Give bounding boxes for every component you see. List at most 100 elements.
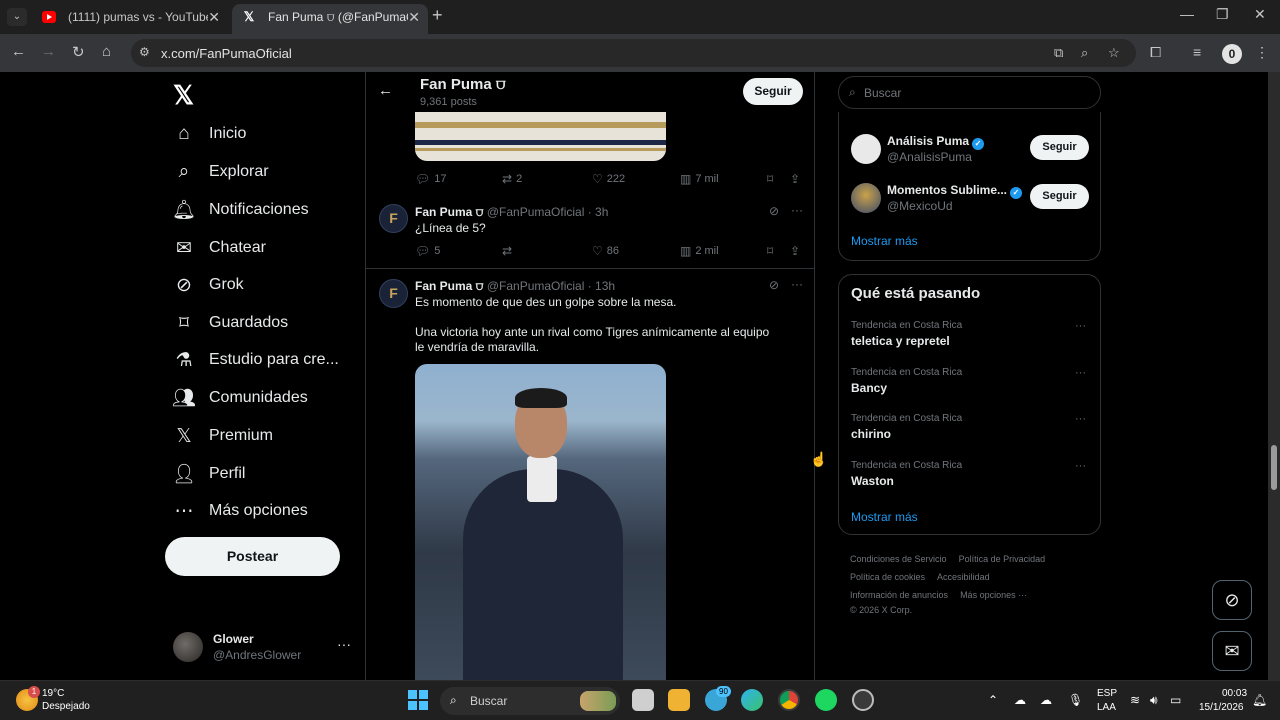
sidebar-item-explorar[interactable]: ⌕ Explorar [173,154,269,190]
maximize-button[interactable]: ❐ [1216,6,1229,23]
cookies-link[interactable]: Política de cookies [850,572,925,582]
follow-button[interactable]: Seguir [1030,135,1089,160]
views-button[interactable]: ▥ 7 mil [680,172,719,186]
follow-button[interactable]: Seguir [743,78,803,105]
taskbar-search[interactable]: ⌕ Buscar [440,687,620,715]
tab-youtube[interactable]: (1111) pumas vs - YouTube ✕ [32,4,228,34]
sidebar-item-estudio[interactable]: ⚗ Estudio para cre... [173,342,338,378]
privacy-link[interactable]: Política de Privacidad [959,554,1046,564]
avatar[interactable] [851,183,881,213]
more-icon[interactable]: ··· [1075,413,1086,425]
install-icon[interactable]: ⧉ [1054,45,1063,61]
bookmark-button[interactable]: ⌑ [767,172,777,186]
sidebar-item-perfil[interactable]: 👤︎ Perfil [172,456,246,492]
share-button[interactable]: ⇪ [790,172,804,186]
sidebar-item-premium[interactable]: 𝕏 Premium [173,418,273,454]
more-icon[interactable]: ··· [1075,460,1086,472]
avatar[interactable]: F [379,204,408,233]
trend-item[interactable]: Tendencia en Costa Rica Waston ··· [851,460,1091,492]
forward-button[interactable]: → [41,43,56,60]
tab-search-button[interactable]: ⌄ [7,8,27,26]
suggestion-item[interactable]: Análisis Puma ✓ @AnalisisPuma Seguir [851,132,1091,168]
reply-button[interactable]: 💬︎ 17 [415,172,446,186]
search-input[interactable]: ⌕ Buscar [838,76,1101,109]
media-icon[interactable]: ≡ [1193,44,1201,60]
x-logo-icon[interactable]: 𝕏 [173,80,194,111]
extensions-icon[interactable]: ⧠ [1150,44,1161,61]
address-bar[interactable]: ⚙ x.com/FanPumaOficial ⧉ ⌕ ☆ [131,39,1136,67]
app-icon[interactable] [852,689,874,711]
show-more-link[interactable]: Mostrar más [851,234,918,248]
sidebar-item-notificaciones[interactable]: 🔔︎ Notificaciones [172,192,309,228]
sidebar-item-grok[interactable]: ⊘ Grok [173,267,244,303]
reply-button[interactable]: 💬︎ 5 [415,244,440,258]
grok-icon[interactable]: ⊘ [769,278,779,292]
like-button[interactable]: ♡ 86 [592,244,619,258]
chrome-icon[interactable] [778,689,800,711]
avatar[interactable] [851,134,881,164]
scrollbar[interactable] [1268,72,1280,680]
tweet[interactable]: F Fan Puma ⩌ @FanPumaOficial · 3h ⊘ ··· … [366,197,814,268]
chevron-up-icon[interactable]: ⌃ [988,693,998,707]
share-button[interactable]: ⇪ [790,244,804,258]
like-button[interactable]: ♡ 222 [592,172,625,186]
tweet-time[interactable]: · 13h [588,279,615,293]
browser-profile-avatar[interactable]: 0 [1222,44,1242,64]
more-options-link[interactable]: Más opciones ··· [960,590,1027,600]
notifications-icon[interactable]: 🔔︎ [1252,693,1267,707]
tweet-photo[interactable] [415,364,666,680]
grok-icon[interactable]: ⊘ [769,204,779,218]
minimize-button[interactable]: — [1180,6,1194,22]
task-view-icon[interactable] [632,689,654,711]
zoom-icon[interactable]: ⌕ [1081,45,1088,61]
reload-button[interactable]: ↻ [72,43,85,61]
file-explorer-icon[interactable] [668,689,690,711]
repost-button[interactable]: ⇄ [502,244,516,258]
clock-date[interactable]: 15/1/2026 [1199,702,1244,713]
more-icon[interactable]: ··· [1075,320,1086,332]
trend-item[interactable]: Tendencia en Costa Rica chirino ··· [851,413,1091,445]
grok-fab-button[interactable]: ⊘ [1212,580,1252,620]
close-icon[interactable]: ✕ [408,4,420,30]
more-icon[interactable]: ··· [337,636,351,652]
home-button[interactable]: ⌂ [102,43,111,60]
tweet-author[interactable]: Fan Puma ⩌ [415,205,483,219]
trend-item[interactable]: Tendencia en Costa Rica Bancy ··· [851,367,1091,399]
sidebar-item-chatear[interactable]: ✉ Chatear [173,230,266,266]
microphone-icon[interactable]: 🎙︎ [1068,693,1083,707]
post-button[interactable]: Postear [165,537,340,576]
account-switcher[interactable]: Glower @AndresGlower ··· [173,628,353,668]
windows-start-icon[interactable] [408,690,428,710]
show-more-link[interactable]: Mostrar más [851,510,918,524]
sidebar-item-mas-opciones[interactable]: ⋯ Más opciones [173,493,308,529]
terms-link[interactable]: Condiciones de Servicio [850,554,947,564]
more-icon[interactable]: ··· [1075,367,1086,379]
follow-button[interactable]: Seguir [1030,184,1089,209]
spotify-icon[interactable] [815,689,837,711]
sidebar-item-inicio[interactable]: ⌂ Inicio [173,116,246,152]
cloud-icon[interactable]: ☁ [1014,693,1026,707]
more-icon[interactable]: ··· [791,277,803,291]
wifi-icon[interactable]: ≋ [1130,693,1140,707]
views-button[interactable]: ▥ 2 mil [680,244,719,258]
bookmark-button[interactable]: ⌑ [767,244,777,258]
sidebar-item-guardados[interactable]: ⌑ Guardados [173,305,288,341]
new-tab-button[interactable]: + [432,5,443,26]
tweet-time[interactable]: · 3h [588,205,609,219]
language-label[interactable]: ESP [1097,688,1117,699]
more-icon[interactable]: ··· [791,203,803,217]
edge-icon[interactable] [741,689,763,711]
battery-icon[interactable]: ▭ [1170,693,1181,707]
back-button[interactable]: ← [11,43,26,60]
messages-fab-button[interactable]: ✉ [1212,631,1252,671]
tab-x-profile[interactable]: 𝕏 Fan Puma ⩌ (@FanPumaOficial) ✕ [232,4,428,34]
close-window-button[interactable]: ✕ [1254,6,1266,23]
ads-info-link[interactable]: Información de anuncios [850,590,948,600]
site-info-icon[interactable]: ⚙ [139,45,150,59]
menu-icon[interactable]: ⋮ [1255,44,1269,61]
clock-time[interactable]: 00:03 [1222,688,1247,699]
back-arrow-icon[interactable]: ← [378,82,393,99]
trend-item[interactable]: Tendencia en Costa Rica teletica y repre… [851,320,1091,352]
close-icon[interactable]: ✕ [208,4,220,30]
sidebar-item-comunidades[interactable]: 👥︎ Comunidades [172,380,308,416]
